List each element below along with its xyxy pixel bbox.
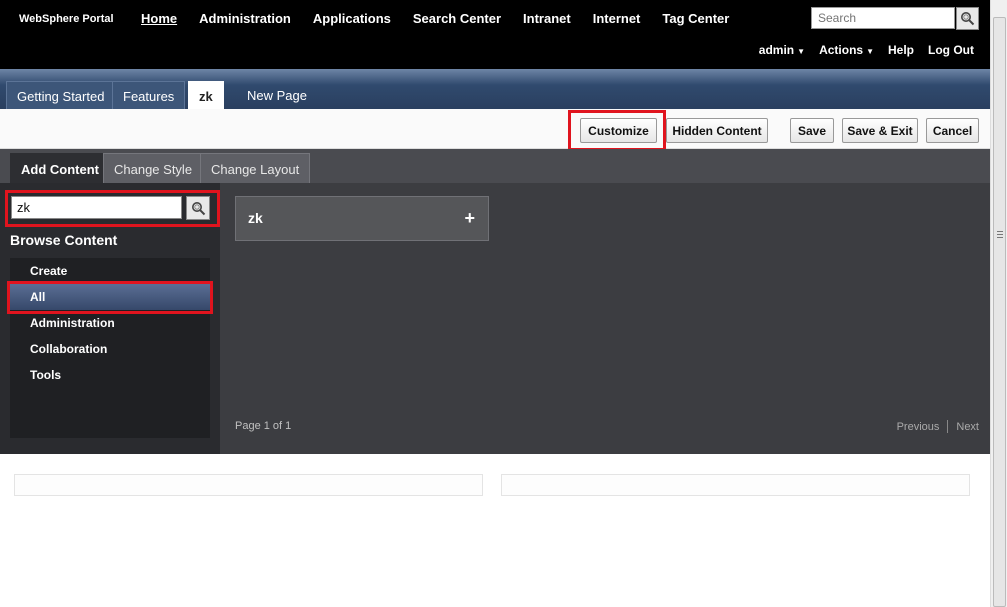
category-tools[interactable]: Tools	[10, 362, 210, 388]
top-banner: WebSphere Portal Home Administration App…	[0, 0, 990, 70]
previous-link[interactable]: Previous	[897, 421, 940, 433]
portlet-container-right	[501, 474, 970, 496]
category-all[interactable]: All	[10, 284, 210, 310]
category-administration[interactable]: Administration	[10, 310, 210, 336]
tab-add-content[interactable]: Add Content	[10, 153, 110, 183]
customize-toolbar: Customize Hidden Content Save Save & Exi…	[0, 109, 990, 149]
help-link[interactable]: Help	[888, 43, 914, 57]
customize-tabs: Add Content Change Style Change Layout	[0, 149, 990, 183]
add-icon[interactable]: +	[464, 209, 475, 227]
content-search-input[interactable]	[11, 196, 182, 219]
next-link[interactable]: Next	[956, 421, 979, 433]
tab-zk[interactable]: zk	[188, 81, 224, 109]
search-icon	[961, 12, 975, 26]
category-collaboration[interactable]: Collaboration	[10, 336, 210, 362]
nav-internet[interactable]: Internet	[593, 11, 641, 26]
nav-home[interactable]: Home	[141, 11, 177, 26]
user-navigation: admin ▼ Actions ▼ Help Log Out	[745, 43, 974, 57]
user-name: admin	[758, 43, 795, 57]
hidden-content-button[interactable]: Hidden Content	[666, 118, 768, 143]
tab-getting-started[interactable]: Getting Started	[6, 81, 116, 109]
tab-new-page[interactable]: New Page	[237, 81, 317, 109]
scrollbar-thumb[interactable]	[993, 17, 1006, 607]
nav-applications[interactable]: Applications	[313, 11, 391, 26]
portal-search-input[interactable]	[811, 7, 955, 29]
chevron-down-icon: ▼	[797, 47, 806, 56]
nav-tag-center[interactable]: Tag Center	[662, 11, 729, 26]
tab-change-style[interactable]: Change Style	[103, 153, 204, 183]
customize-panel: Add Content Change Style Change Layout B…	[0, 149, 990, 454]
result-title: zk	[248, 210, 263, 226]
user-menu[interactable]: admin ▼	[759, 43, 805, 57]
category-create[interactable]: Create	[10, 258, 210, 284]
chevron-down-icon: ▼	[866, 47, 874, 56]
browse-content-title: Browse Content	[10, 232, 118, 248]
portal-search-button[interactable]	[956, 7, 979, 30]
actions-menu[interactable]: Actions ▼	[819, 43, 874, 57]
vertical-scrollbar[interactable]	[990, 0, 1007, 607]
tab-change-layout[interactable]: Change Layout	[200, 153, 311, 183]
nav-search-center[interactable]: Search Center	[413, 11, 501, 26]
content-search-button[interactable]	[186, 196, 210, 220]
nav-administration[interactable]: Administration	[199, 11, 291, 26]
actions-label: Actions	[819, 43, 864, 57]
portlet-container-left	[14, 474, 483, 496]
page-info: Page 1 of 1	[235, 420, 292, 432]
search-icon	[191, 201, 205, 215]
top-navigation: Home Administration Applications Search …	[141, 11, 751, 26]
save-exit-button[interactable]: Save & Exit	[842, 118, 918, 143]
pagination: Previous Next	[897, 420, 979, 433]
logout-link[interactable]: Log Out	[928, 43, 974, 57]
grip-icon	[997, 231, 1003, 240]
portal-window: WebSphere Portal Home Administration App…	[0, 0, 1007, 607]
brand-logo: WebSphere Portal	[19, 13, 114, 25]
save-button[interactable]: Save	[790, 118, 834, 143]
nav-intranet[interactable]: Intranet	[523, 11, 571, 26]
content-result-card[interactable]: zk +	[235, 196, 489, 241]
pager-divider	[947, 420, 949, 433]
tab-features[interactable]: Features	[112, 81, 186, 109]
customize-button[interactable]: Customize	[580, 118, 657, 143]
cancel-button[interactable]: Cancel	[926, 118, 979, 143]
page-tabs-bar: Getting Started Features zk New Page	[0, 69, 990, 109]
category-list: Create All Administration Collaboration …	[10, 258, 210, 438]
